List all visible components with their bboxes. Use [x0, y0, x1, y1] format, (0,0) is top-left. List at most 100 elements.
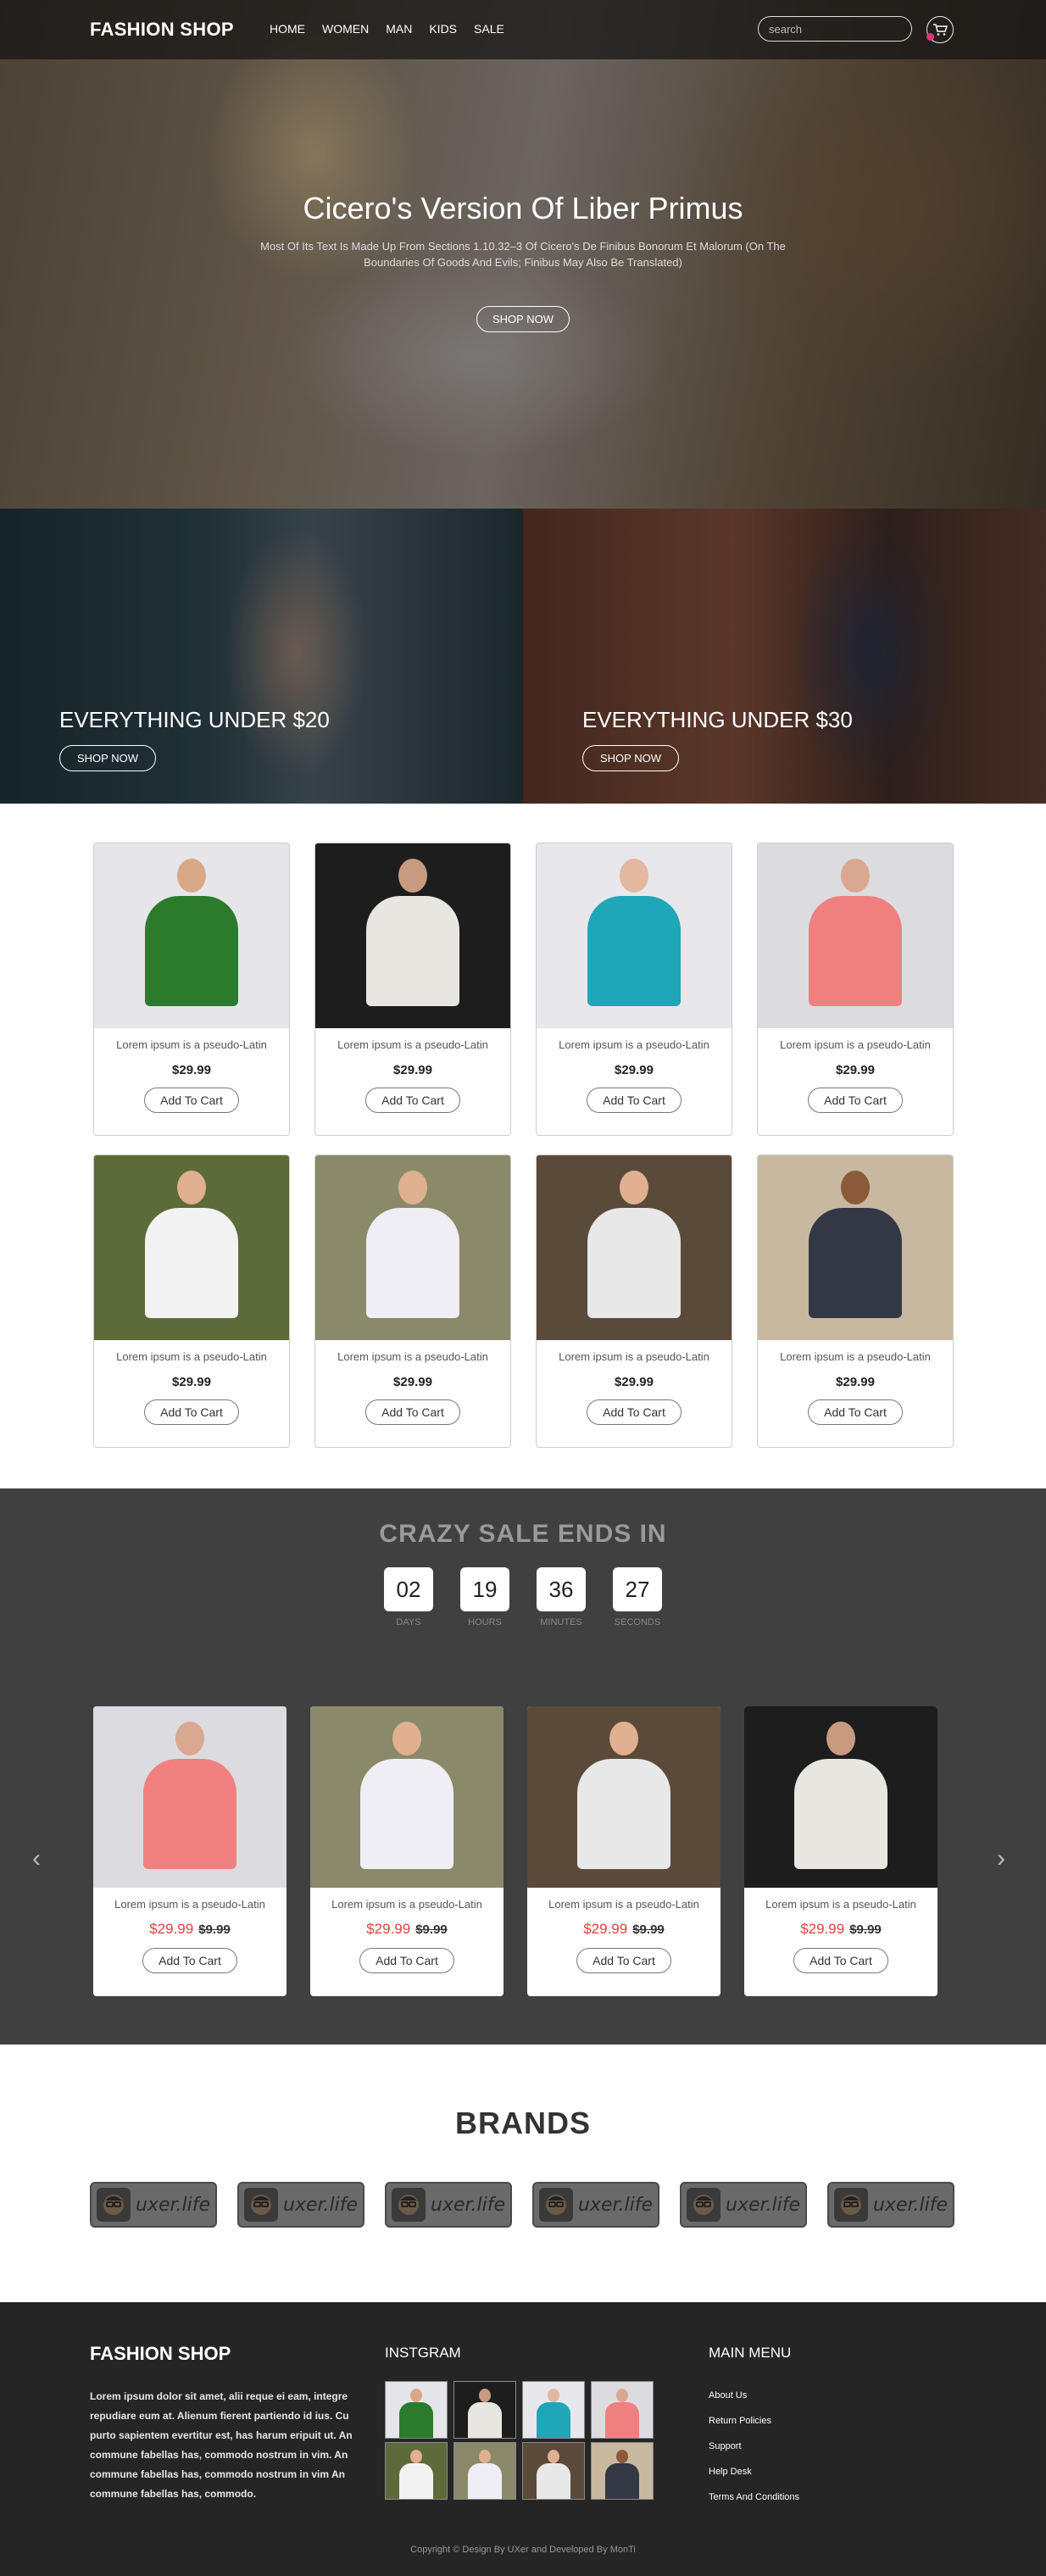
- product-card[interactable]: Lorem ipsum is a pseudo-Latin $29.99 Add T…: [314, 843, 511, 1136]
- add-to-cart-button[interactable]: Add To Cart: [144, 1399, 239, 1425]
- product-image[interactable]: [527, 1706, 721, 1888]
- instagram-thumbnail[interactable]: [385, 2381, 448, 2439]
- product-image[interactable]: [537, 1155, 732, 1340]
- model-shirt: [145, 1208, 238, 1318]
- countdown-value: 36: [537, 1567, 586, 1611]
- product-name: Lorem ipsum is a pseudo-Latin: [114, 1898, 265, 1911]
- product-image[interactable]: [94, 1155, 289, 1340]
- product-image[interactable]: [93, 1706, 287, 1888]
- product-image[interactable]: [94, 843, 289, 1028]
- instagram-thumbnail[interactable]: [453, 2381, 516, 2439]
- sale-product-card[interactable]: Lorem ipsum is a pseudo-Latin $29.99 $9.99…: [310, 1706, 504, 1996]
- product-image[interactable]: [758, 843, 953, 1028]
- product-name: Lorem ipsum is a pseudo-Latin: [765, 1898, 916, 1911]
- nav-sale[interactable]: SALE: [474, 22, 504, 36]
- brand-avatar-icon: [244, 2188, 278, 2222]
- search-input[interactable]: [758, 16, 912, 42]
- footer-link-help-desk[interactable]: Help Desk: [709, 2459, 799, 2484]
- product-card[interactable]: Lorem ipsum is a pseudo-Latin $29.99 Add T…: [757, 843, 954, 1136]
- instagram-thumbnail[interactable]: [522, 2442, 585, 2500]
- countdown-seconds: 27 SECONDS: [613, 1567, 662, 1627]
- product-card[interactable]: Lorem ipsum is a pseudo-Latin $29.99 Add T…: [536, 843, 732, 1136]
- add-to-cart-button[interactable]: Add To Cart: [576, 1948, 671, 1973]
- product-image[interactable]: [315, 1155, 510, 1340]
- chevron-right-icon[interactable]: ›: [997, 1844, 1005, 1873]
- price-group: $29.99 $9.99: [310, 1921, 504, 1938]
- nav-man[interactable]: MAN: [386, 22, 412, 36]
- add-to-cart-button[interactable]: Add To Cart: [144, 1088, 239, 1113]
- model-shirt: [366, 1208, 459, 1318]
- instagram-thumbnail[interactable]: [522, 2381, 585, 2439]
- instagram-thumbnail[interactable]: [591, 2442, 654, 2500]
- chevron-left-icon[interactable]: ‹: [32, 1844, 41, 1873]
- product-image[interactable]: [310, 1706, 504, 1888]
- product-card[interactable]: Lorem ipsum is a pseudo-Latin $29.99 Add T…: [757, 1154, 954, 1448]
- brand-name: uxer.life: [873, 2194, 949, 2216]
- brand-logo[interactable]: uxer.life: [237, 2182, 364, 2228]
- promo-banners: EVERYTHING UNDER $20 SHOP NOW EVERYTHING…: [0, 509, 1046, 804]
- model-head: [841, 1171, 870, 1205]
- hero-shop-now-button[interactable]: SHOP NOW: [476, 306, 570, 332]
- hero-banner: Cicero's Version Of Liber Primus Most Of…: [0, 0, 1046, 509]
- brand-logo[interactable]: uxer.life: [90, 2182, 217, 2228]
- product-card[interactable]: Lorem ipsum is a pseudo-Latin $29.99 Add T…: [93, 843, 290, 1136]
- promo-title: EVERYTHING UNDER $20: [59, 707, 330, 732]
- countdown-days: 02 DAYS: [384, 1567, 433, 1627]
- product-image[interactable]: [537, 843, 732, 1028]
- footer-link-return-policies[interactable]: Return Policies: [709, 2408, 799, 2434]
- product-price: $29.99: [615, 1375, 654, 1389]
- brand-logo[interactable]: uxer.life: [827, 2182, 954, 2228]
- footer-link-terms[interactable]: Terms And Conditions: [709, 2484, 799, 2510]
- countdown-label: MINUTES: [540, 1617, 582, 1627]
- product-card[interactable]: Lorem ipsum is a pseudo-Latin $29.99 Add T…: [93, 1154, 290, 1448]
- promo-under-20[interactable]: EVERYTHING UNDER $20 SHOP NOW: [0, 509, 523, 804]
- nav-home[interactable]: HOME: [270, 22, 305, 36]
- model-head: [620, 1171, 648, 1205]
- cart-badge: [926, 33, 934, 41]
- add-to-cart-button[interactable]: Add To Cart: [142, 1948, 237, 1973]
- original-price: $9.99: [415, 1922, 448, 1937]
- add-to-cart-button[interactable]: Add To Cart: [587, 1399, 682, 1425]
- nav-kids[interactable]: KIDS: [429, 22, 457, 36]
- add-to-cart-button[interactable]: Add To Cart: [808, 1088, 903, 1113]
- add-to-cart-button[interactable]: Add To Cart: [793, 1948, 888, 1973]
- product-name: Lorem ipsum is a pseudo-Latin: [780, 1038, 931, 1051]
- product-image[interactable]: [744, 1706, 938, 1888]
- nav-women[interactable]: WOMEN: [322, 22, 369, 36]
- instagram-thumbnail[interactable]: [453, 2442, 516, 2500]
- instagram-thumbnail[interactable]: [385, 2442, 448, 2500]
- model-shirt: [587, 896, 681, 1006]
- footer-link-support[interactable]: Support: [709, 2434, 799, 2459]
- site-logo[interactable]: FASHION SHOP: [90, 19, 234, 41]
- brand-logo[interactable]: uxer.life: [532, 2182, 659, 2228]
- product-image[interactable]: [315, 843, 510, 1028]
- original-price: $9.99: [849, 1922, 882, 1937]
- add-to-cart-button[interactable]: Add To Cart: [359, 1948, 454, 1973]
- product-image[interactable]: [758, 1155, 953, 1340]
- brand-logo[interactable]: uxer.life: [385, 2182, 512, 2228]
- product-card[interactable]: Lorem ipsum is a pseudo-Latin $29.99 Add T…: [314, 1154, 511, 1448]
- promo-under-30[interactable]: EVERYTHING UNDER $30 SHOP NOW: [523, 509, 1046, 804]
- promo-shop-now-button[interactable]: SHOP NOW: [59, 745, 156, 771]
- brand-logo[interactable]: uxer.life: [680, 2182, 807, 2228]
- add-to-cart-button[interactable]: Add To Cart: [587, 1088, 682, 1113]
- add-to-cart-button[interactable]: Add To Cart: [365, 1399, 460, 1425]
- footer-link-about-us[interactable]: About Us: [709, 2383, 799, 2408]
- product-name: Lorem ipsum is a pseudo-Latin: [116, 1350, 267, 1363]
- instagram-thumbnail[interactable]: [591, 2381, 654, 2439]
- promo-shop-now-button[interactable]: SHOP NOW: [582, 745, 679, 771]
- sale-carousel: Lorem ipsum is a pseudo-Latin $29.99 $9.99…: [93, 1706, 953, 1996]
- product-price: $29.99: [393, 1063, 432, 1077]
- brand-avatar-icon: [539, 2188, 573, 2222]
- sale-product-card[interactable]: Lorem ipsum is a pseudo-Latin $29.99 $9.99…: [744, 1706, 938, 1996]
- sale-product-card[interactable]: Lorem ipsum is a pseudo-Latin $29.99 $9.99…: [93, 1706, 287, 1996]
- product-card[interactable]: Lorem ipsum is a pseudo-Latin $29.99 Add T…: [536, 1154, 732, 1448]
- sale-product-card[interactable]: Lorem ipsum is a pseudo-Latin $29.99 $9.99…: [527, 1706, 721, 1996]
- main-nav: HOME WOMEN MAN KIDS SALE: [270, 22, 504, 36]
- add-to-cart-button[interactable]: Add To Cart: [808, 1399, 903, 1425]
- site-footer: FASHION SHOP Lorem ipsum dolor sit amet,…: [0, 2302, 1046, 2576]
- sale-title: CRAZY SALE ENDS IN: [379, 1520, 667, 1548]
- cart-button[interactable]: [926, 16, 954, 43]
- add-to-cart-button[interactable]: Add To Cart: [365, 1088, 460, 1113]
- product-price: $29.99: [393, 1375, 432, 1389]
